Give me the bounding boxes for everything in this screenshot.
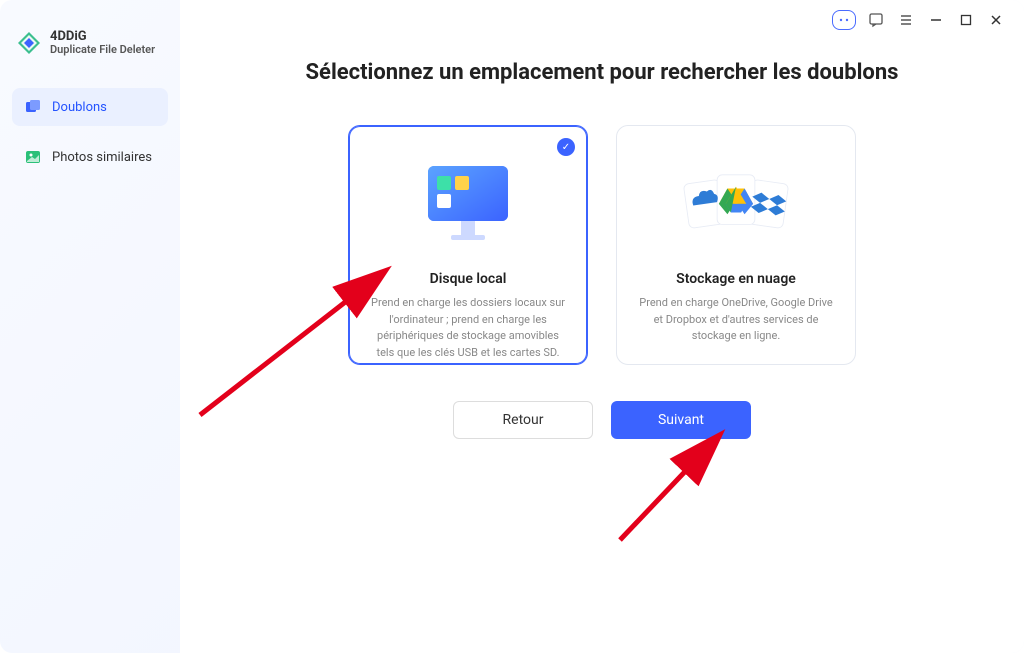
app-name: 4DDiG bbox=[50, 30, 155, 44]
card-cloud-storage[interactable]: Stockage en nuage Prend en charge OneDri… bbox=[616, 125, 856, 365]
sidebar-item-label: Photos similaires bbox=[52, 150, 152, 165]
sidebar-item-label: Doublons bbox=[52, 100, 107, 115]
menu-icon[interactable] bbox=[896, 10, 916, 30]
card-description: Prend en charge les dossiers locaux sur … bbox=[367, 295, 569, 361]
close-icon[interactable] bbox=[986, 10, 1006, 30]
app-logo: 4DDiG Duplicate File Deleter bbox=[12, 30, 168, 56]
button-row: Retour Suivant bbox=[453, 401, 751, 439]
card-local-disk[interactable]: ✓ Disque local Prend en charge les dossi bbox=[348, 125, 588, 365]
minimize-icon[interactable] bbox=[926, 10, 946, 30]
sidebar: 4DDiG Duplicate File Deleter Doublons Ph… bbox=[0, 0, 180, 653]
next-button[interactable]: Suivant bbox=[611, 401, 751, 439]
chat-icon[interactable] bbox=[832, 10, 856, 30]
app-window: 4DDiG Duplicate File Deleter Doublons Ph… bbox=[0, 0, 1024, 653]
duplicates-icon bbox=[24, 98, 42, 116]
cloud-storage-illustration bbox=[676, 156, 796, 251]
app-subtitle: Duplicate File Deleter bbox=[50, 44, 155, 56]
location-cards: ✓ Disque local Prend en charge les dossi bbox=[348, 125, 856, 365]
check-icon: ✓ bbox=[557, 138, 575, 156]
titlebar bbox=[814, 0, 1024, 40]
back-button[interactable]: Retour bbox=[453, 401, 593, 439]
sidebar-item-doublons[interactable]: Doublons bbox=[12, 88, 168, 126]
feedback-icon[interactable] bbox=[866, 10, 886, 30]
sidebar-item-photos-similaires[interactable]: Photos similaires bbox=[12, 138, 168, 176]
card-title: Stockage en nuage bbox=[676, 271, 796, 287]
card-title: Disque local bbox=[430, 271, 507, 287]
local-disk-illustration bbox=[408, 156, 528, 251]
page-title: Sélectionnez un emplacement pour recherc… bbox=[306, 60, 899, 85]
photos-icon bbox=[24, 148, 42, 166]
logo-icon bbox=[16, 30, 42, 56]
maximize-icon[interactable] bbox=[956, 10, 976, 30]
card-description: Prend en charge OneDrive, Google Drive e… bbox=[635, 295, 837, 345]
main-content: Sélectionnez un emplacement pour recherc… bbox=[180, 0, 1024, 653]
